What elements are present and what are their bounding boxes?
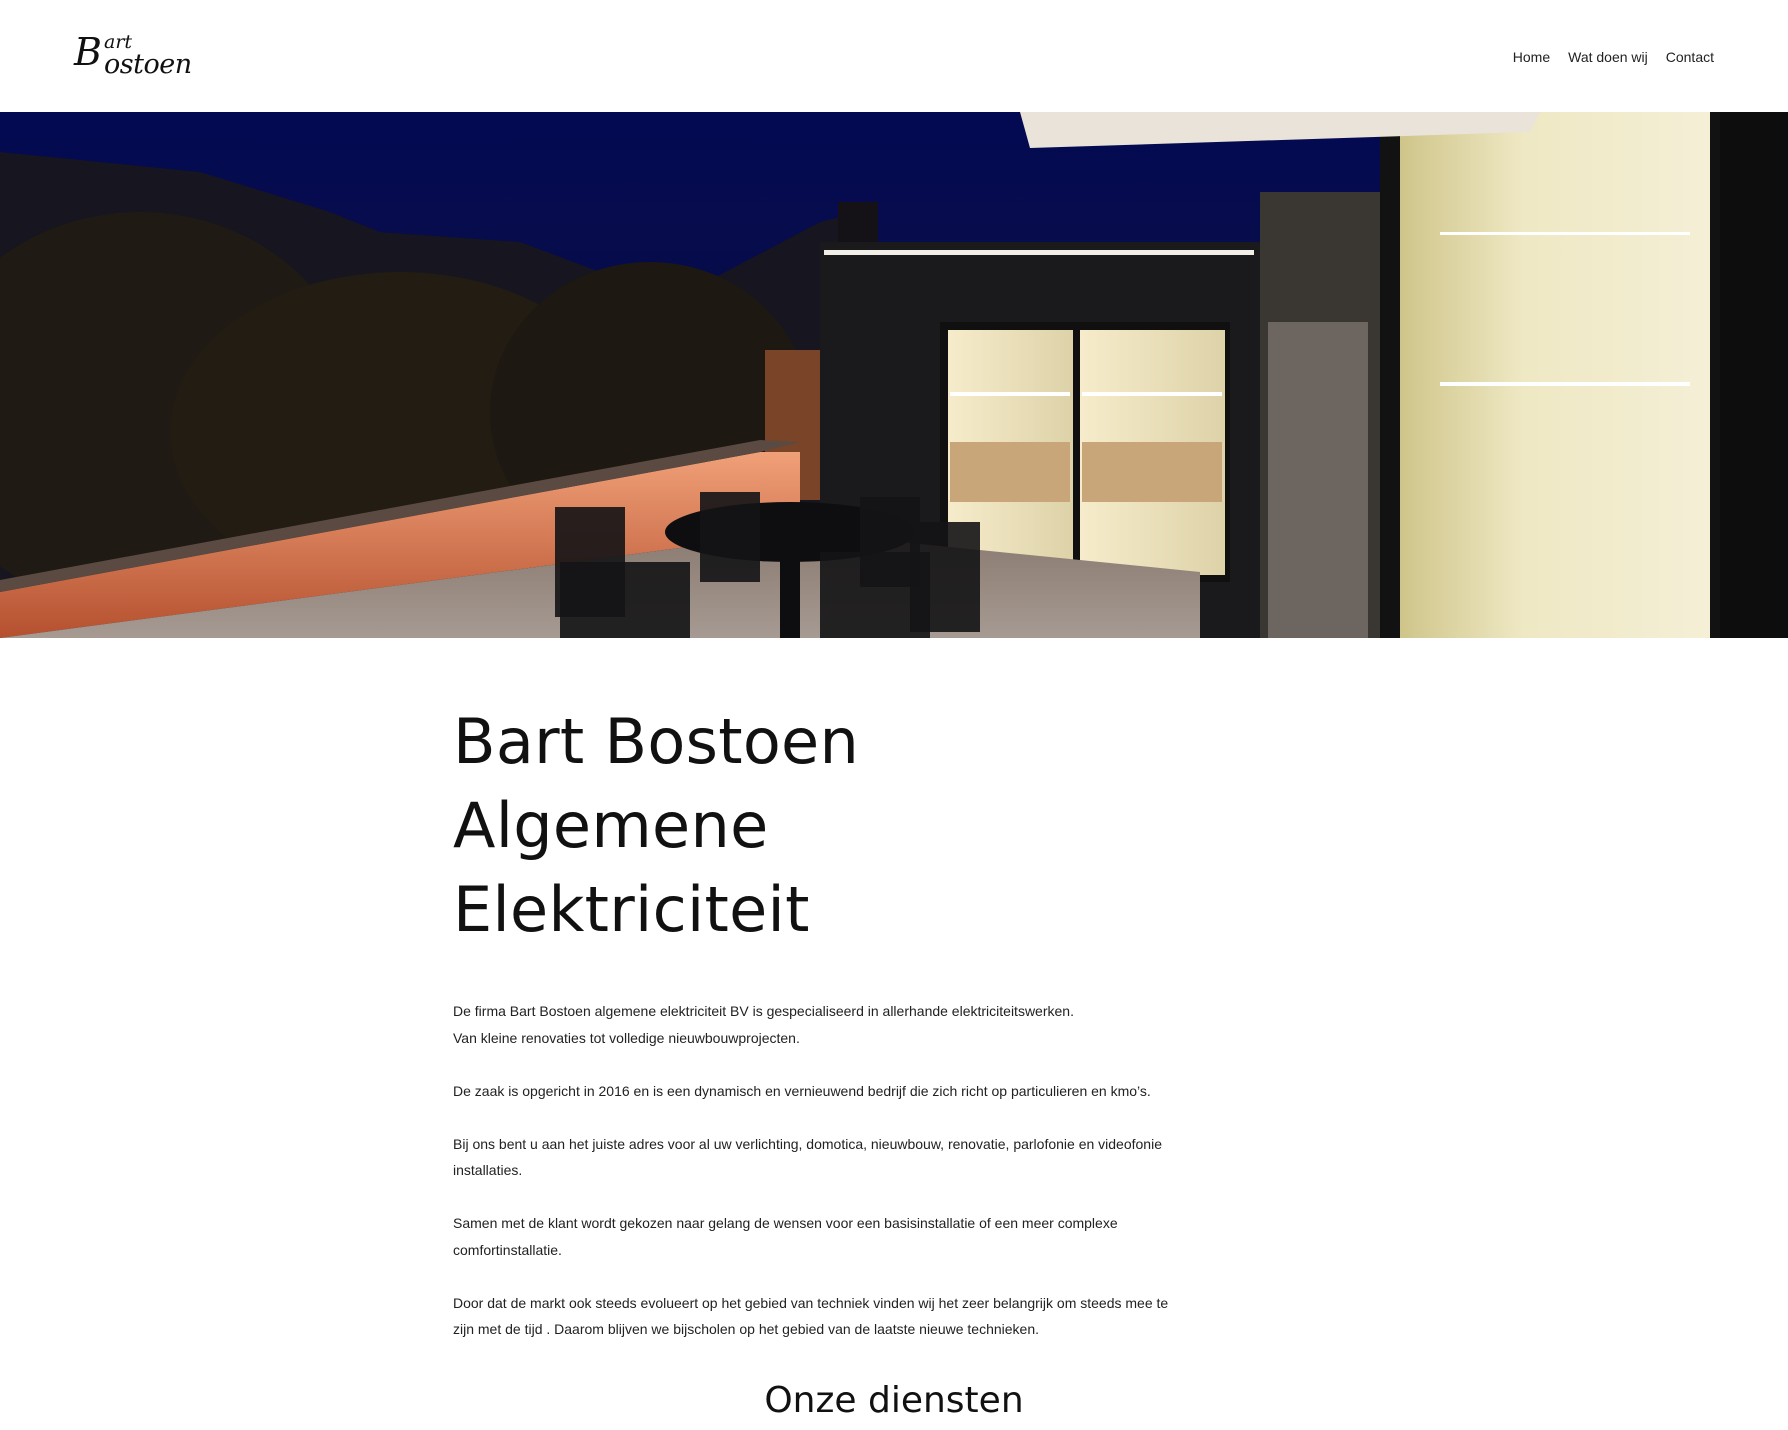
intro-paragraph: Bij ons bent u aan het juiste adres voor… bbox=[453, 1135, 1162, 1179]
page-title: Bart Bostoen Algemene Elektriciteit bbox=[453, 700, 1193, 952]
main-nav: Home Wat doen wij Contact bbox=[1513, 48, 1714, 66]
intro-paragraph: Door dat de markt ook steeds evolueert o… bbox=[453, 1294, 1169, 1338]
page-title-line1: Bart Bostoen Algemene bbox=[453, 705, 860, 862]
page: B art ostoen Home Wat doen wij Contact B… bbox=[0, 0, 1788, 1430]
intro-section: Bart Bostoen Algemene Elektriciteit De f… bbox=[453, 700, 1193, 1343]
intro-text: De firma Bart Bostoen algemene elektrici… bbox=[453, 998, 1193, 1343]
nav-wat-doen-wij[interactable]: Wat doen wij bbox=[1568, 48, 1648, 66]
logo-bottom-text: ostoen bbox=[104, 49, 192, 80]
nav-home[interactable]: Home bbox=[1513, 48, 1550, 66]
logo[interactable]: B art ostoen bbox=[74, 30, 194, 80]
intro-paragraph: De firma Bart Bostoen algemene elektrici… bbox=[453, 1003, 1074, 1046]
site-header: B art ostoen Home Wat doen wij Contact bbox=[0, 0, 1788, 112]
intro-paragraph: Samen met de klant wordt gekozen naar ge… bbox=[453, 1215, 1118, 1258]
hero-image bbox=[0, 112, 1788, 638]
intro-paragraph: De zaak is opgericht in 2016 en is een d… bbox=[453, 1082, 1151, 1099]
nav-contact[interactable]: Contact bbox=[1666, 48, 1714, 66]
logo-initial: B bbox=[74, 30, 102, 74]
hero-photo-illustration bbox=[0, 112, 1788, 638]
services-heading: Onze diensten bbox=[764, 1380, 1024, 1421]
page-title-line2: Elektriciteit bbox=[453, 873, 810, 946]
